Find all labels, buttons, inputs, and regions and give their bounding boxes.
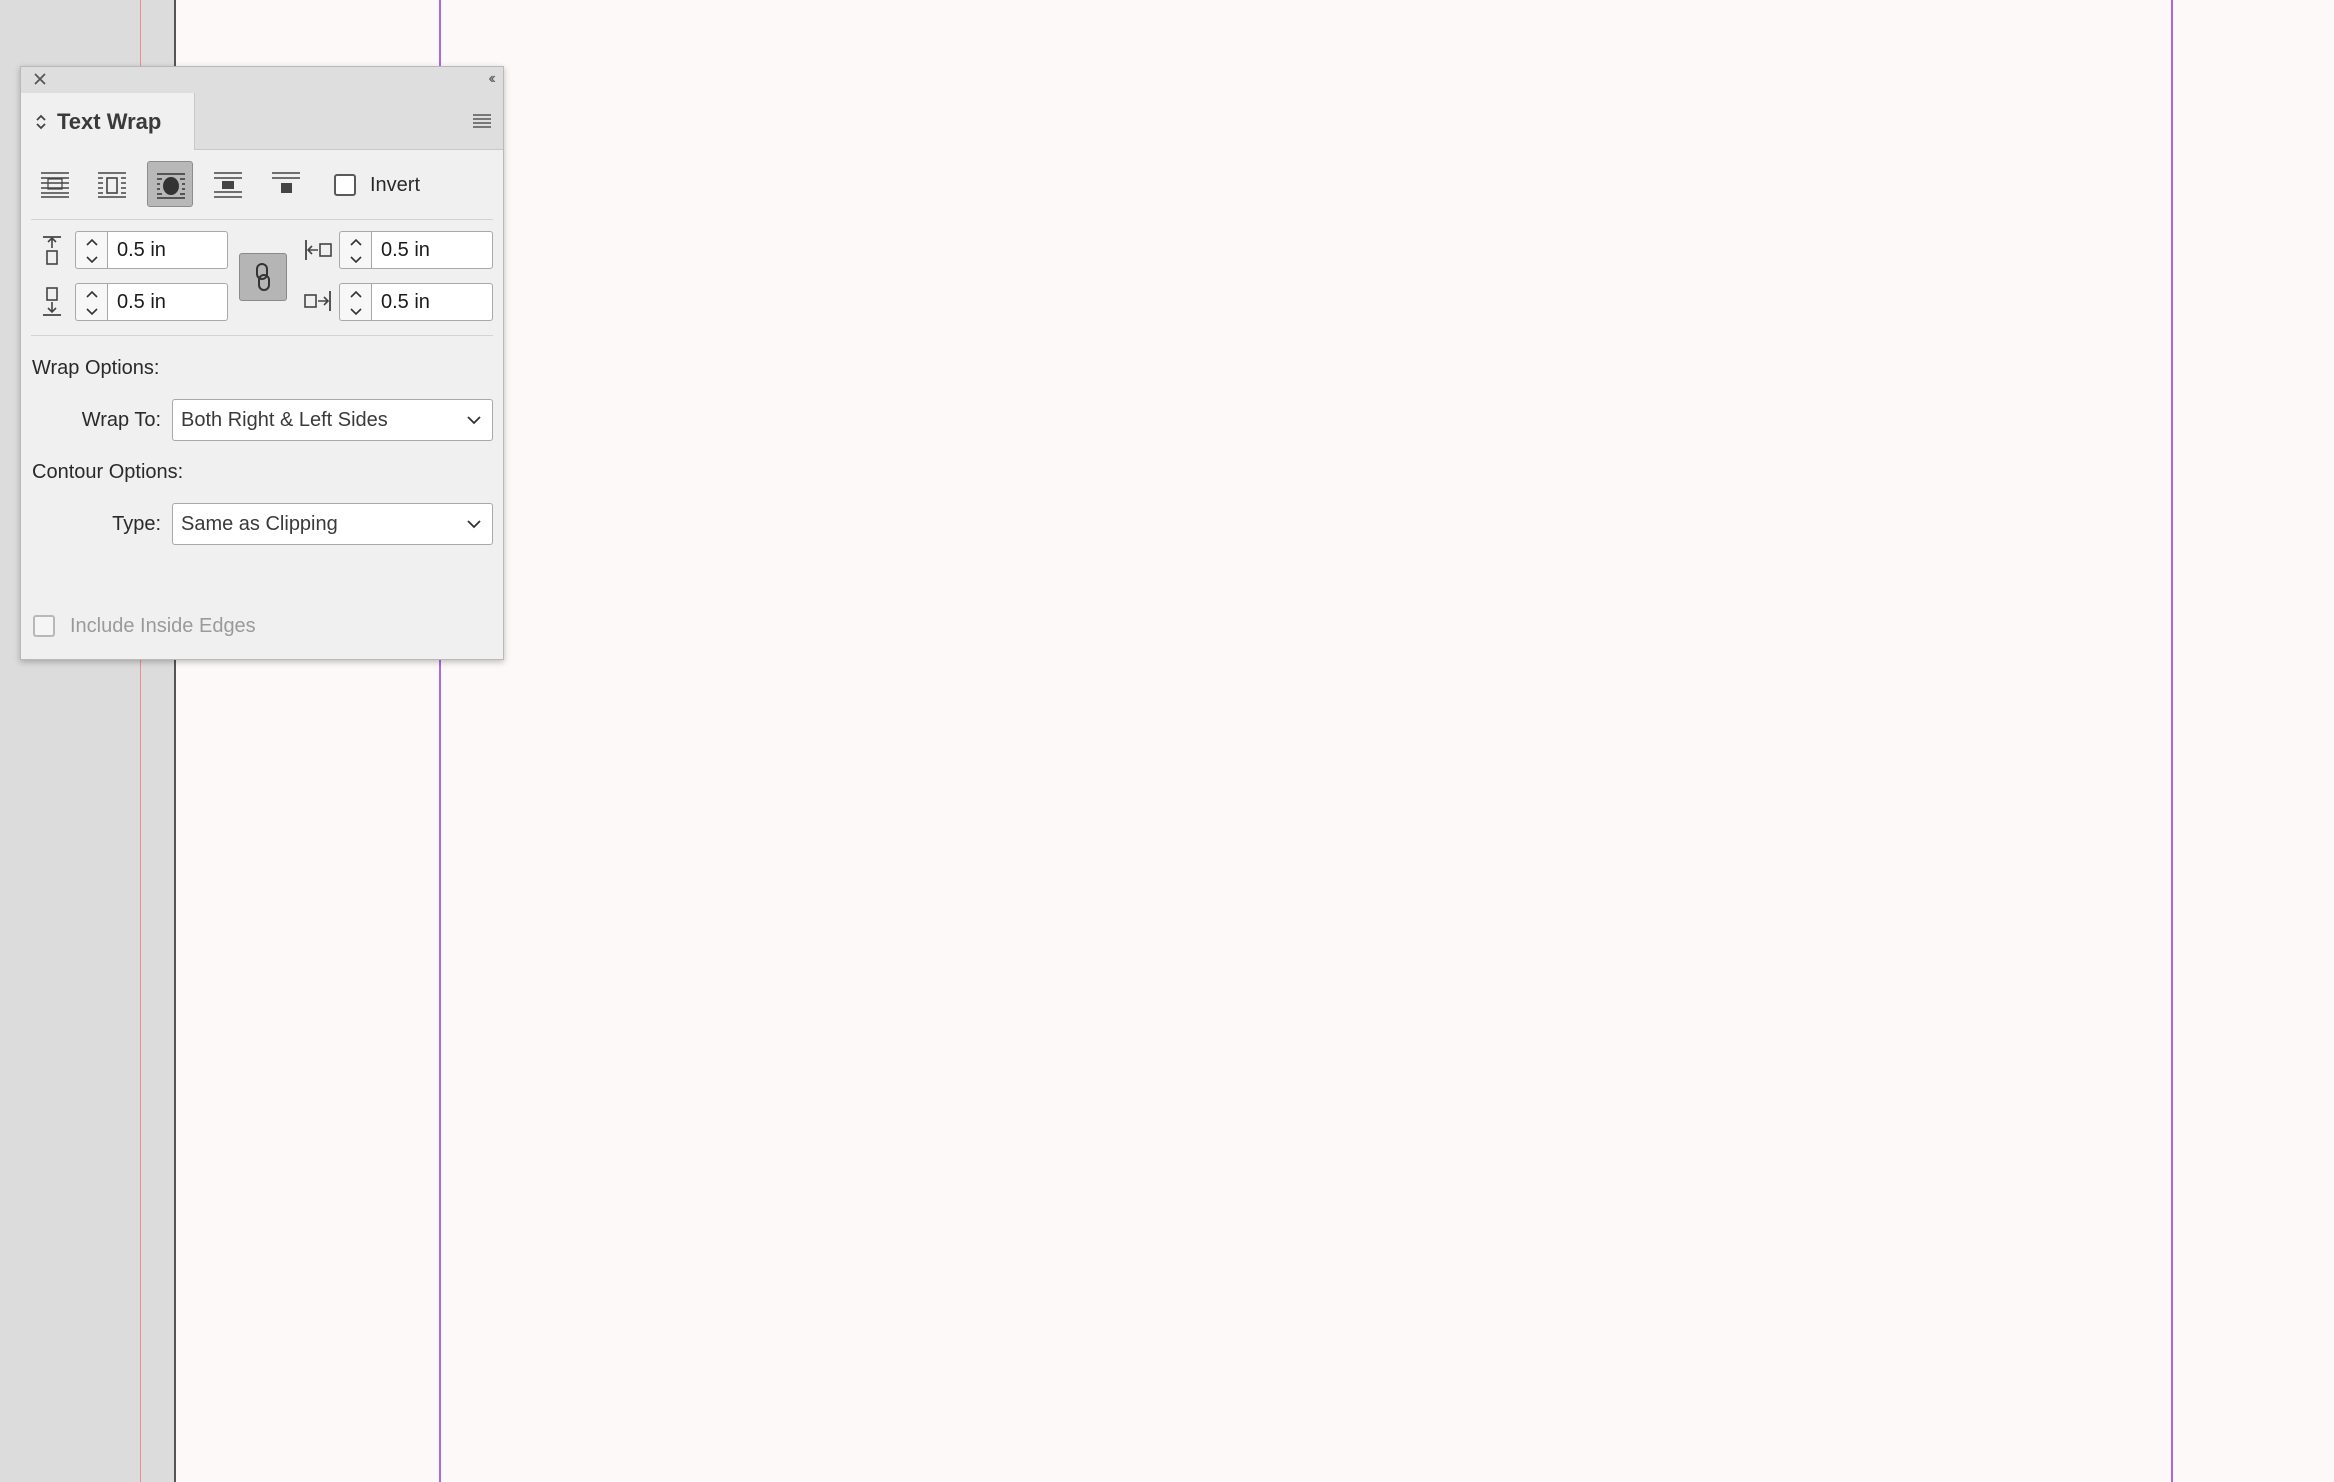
jump-to-next-column-icon — [272, 172, 300, 193]
bottom-offset-icon — [43, 287, 61, 316]
no-text-wrap-icon — [41, 172, 69, 198]
panel-titlebar[interactable]: ‹‹ — [21, 67, 503, 94]
wrap-bounding-box-icon — [98, 172, 126, 198]
right-offset-field[interactable]: 0.5 in — [371, 283, 493, 321]
left-offset-icon — [305, 240, 332, 260]
wrap-options-heading: Wrap Options: — [32, 357, 160, 379]
top-offset-stepper[interactable] — [75, 231, 107, 269]
top-offset-field[interactable]: 0.5 in — [107, 231, 228, 269]
include-inside-edges-checkbox[interactable] — [33, 615, 55, 637]
double-chevron-left-icon[interactable]: ‹‹ — [488, 70, 495, 88]
right-offset-stepper[interactable] — [339, 283, 371, 321]
no-text-wrap-button[interactable] — [32, 161, 78, 207]
right-offset-icon — [304, 291, 331, 311]
wrap-around-object-shape-button[interactable] — [147, 161, 193, 207]
contour-options-heading: Contour Options: — [32, 461, 184, 483]
contour-type-value: Same as Clipping — [181, 513, 338, 535]
wrap-object-shape-icon — [157, 173, 185, 199]
bottom-offset-field[interactable]: 0.5 in — [107, 283, 228, 321]
panel-title: Text Wrap — [57, 108, 162, 134]
contour-type-dropdown[interactable]: Same as Clipping — [172, 503, 493, 545]
wrap-around-bounding-box-button[interactable] — [89, 161, 135, 207]
chain-link-icon — [256, 263, 270, 291]
up-down-arrows-icon — [36, 114, 46, 129]
wrap-to-label: Wrap To: — [81, 409, 161, 431]
right-margin-guide — [2171, 0, 2173, 1482]
top-offset-icon — [43, 236, 61, 265]
chevron-down-icon — [467, 416, 481, 425]
invert-label: Invert — [370, 174, 421, 196]
make-all-settings-same-button[interactable] — [239, 253, 287, 301]
wrap-to-value: Both Right & Left Sides — [181, 409, 388, 431]
text-wrap-panel: ‹‹ Text Wrap Invert 0.5 in 0.5 in 0.5 in… — [20, 66, 504, 660]
invert-checkbox[interactable] — [334, 174, 356, 196]
panel-menu-icon[interactable] — [471, 109, 493, 131]
jump-object-button[interactable] — [205, 161, 251, 207]
left-offset-stepper[interactable] — [339, 231, 371, 269]
divider — [31, 335, 493, 336]
left-offset-field[interactable]: 0.5 in — [371, 231, 493, 269]
divider — [31, 219, 493, 220]
tab-text-wrap[interactable]: Text Wrap — [21, 93, 195, 150]
close-icon[interactable] — [30, 69, 50, 89]
type-label: Type: — [112, 513, 161, 535]
jump-to-next-column-button[interactable] — [263, 161, 309, 207]
panel-tab-row: Text Wrap — [21, 93, 503, 150]
chevron-down-icon — [467, 520, 481, 529]
wrap-mode-buttons — [21, 161, 503, 209]
jump-object-icon — [214, 172, 242, 198]
wrap-to-dropdown[interactable]: Both Right & Left Sides — [172, 399, 493, 441]
include-inside-edges-label: Include Inside Edges — [70, 615, 256, 637]
bottom-offset-stepper[interactable] — [75, 283, 107, 321]
